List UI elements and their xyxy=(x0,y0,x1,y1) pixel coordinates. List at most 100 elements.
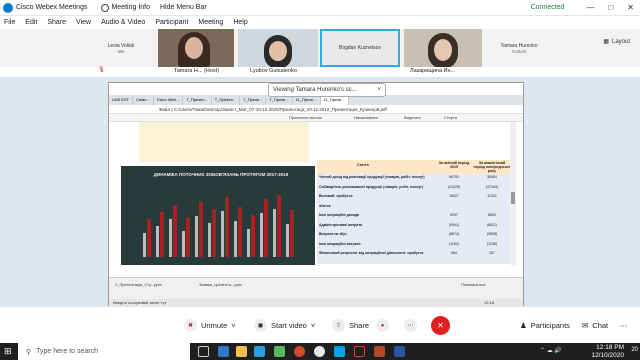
menu-file[interactable]: File xyxy=(4,19,15,26)
address-bar[interactable]: Файл | C:/Users/Тома/Desktop/Захист_Маг_… xyxy=(109,105,523,114)
participant-video-lazaryshchyna[interactable] xyxy=(404,29,482,67)
mail-icon[interactable] xyxy=(254,346,265,357)
read-aloud-button[interactable]: Прочитати вголос xyxy=(289,114,322,122)
powerpoint-icon[interactable] xyxy=(374,346,385,357)
slide-bar xyxy=(273,209,276,257)
participants-button[interactable]: ♟ Participants xyxy=(520,318,570,333)
meeting-info-button[interactable]: Meeting Info xyxy=(111,4,150,11)
webex-logo-icon xyxy=(3,2,13,13)
menu-audio-video[interactable]: Audio & Video xyxy=(101,19,145,26)
minimize-icon[interactable]: — xyxy=(586,3,594,12)
webex-taskbar-icon[interactable] xyxy=(334,346,345,357)
video-off-icon: ◼ xyxy=(254,319,267,332)
windows-start-icon[interactable]: ⊞ xyxy=(4,346,12,357)
slide-bar xyxy=(156,226,159,257)
browser-tab[interactable]: 7_Презе... xyxy=(240,95,267,105)
menu-edit[interactable]: Edit xyxy=(25,19,37,26)
store-icon[interactable] xyxy=(218,346,229,357)
participant-video-host[interactable] xyxy=(158,29,234,67)
connection-status[interactable]: Connected xyxy=(531,4,565,11)
pdf-scrollbar[interactable] xyxy=(510,122,516,265)
layout-button[interactable]: ▦ Layout xyxy=(603,38,630,46)
chevron-down-icon[interactable]: ˅ xyxy=(377,87,381,93)
meeting-info-icon[interactable] xyxy=(101,3,110,12)
scroll-thumb[interactable] xyxy=(511,192,515,204)
participants-icon: ♟ xyxy=(520,321,527,330)
download-item[interactable]: 2_Презентація_Сту...pptx xyxy=(115,282,162,287)
inner-search-box[interactable]: Введіть пошуковий запит тут xyxy=(113,300,167,305)
participant-video-gutsalenko[interactable] xyxy=(238,29,318,67)
windows-taskbar: ⊞ ⚲ Type here to search ⌃ ☁ 🔊 12:18 PM 1… xyxy=(0,343,640,360)
participant-role: Me xyxy=(117,48,125,54)
menu-view[interactable]: View xyxy=(76,19,91,26)
browser-tab[interactable]: Cisco Web... xyxy=(154,95,184,105)
highlight-button[interactable]: Виділити xyxy=(404,114,421,122)
notification-badge[interactable]: 20 xyxy=(631,347,638,353)
erase-button[interactable]: Стерти xyxy=(444,114,457,122)
record-button[interactable]: ● xyxy=(376,318,389,333)
taskbar-date: 12/10/2020 xyxy=(591,351,624,359)
file-explorer-icon[interactable] xyxy=(236,346,247,357)
shared-screen-window[interactable]: LMS EST Співп... Cisco Web... Т_Презен..… xyxy=(108,82,524,306)
window-controls: — □ ✕ xyxy=(586,3,634,12)
menu-share[interactable]: Share xyxy=(47,19,66,26)
participant-name-row: 🎙 Tamara H... (Host) Lyubov Gutsalenko Л… xyxy=(0,67,640,77)
slide-bar xyxy=(234,221,237,257)
start-video-button[interactable]: ◼ Start video ˅ xyxy=(254,318,315,333)
unmute-button[interactable]: ✖ Unmute ˅ xyxy=(184,318,236,333)
share-button[interactable]: ⇧ Share xyxy=(332,318,369,333)
table-row: Інші операційні витрати (1150) (1155) xyxy=(317,242,511,251)
chrome-icon[interactable] xyxy=(314,346,325,357)
pdf-toolbar: Прочитати вголос Намалювати Виділити Сте… xyxy=(109,114,523,122)
slide-bar xyxy=(251,215,255,257)
pdf-reader-icon[interactable] xyxy=(354,346,365,357)
table-cell: (8574) xyxy=(448,232,460,236)
browser-tab[interactable]: Т_Презен... xyxy=(212,95,241,105)
download-item[interactable]: Заявка_презента...pptx xyxy=(199,282,242,287)
browser-tab[interactable]: LMS EST xyxy=(109,95,134,105)
taskbar-clock[interactable]: 12:18 PM 12/10/2020 xyxy=(591,344,624,359)
system-tray-icons[interactable]: ⌃ ☁ 🔊 xyxy=(540,347,562,354)
more-panels-button[interactable]: ⋯ xyxy=(620,318,628,333)
app-icon[interactable] xyxy=(274,346,285,357)
draw-button[interactable]: Намалювати xyxy=(354,114,378,122)
address-label: Файл xyxy=(159,107,171,112)
slide-bar xyxy=(160,212,164,257)
menu-help[interactable]: Help xyxy=(233,19,247,26)
task-view-icon[interactable] xyxy=(198,346,209,357)
browser-tab[interactable]: Т_Презен... xyxy=(183,95,212,105)
table-cell: 664 xyxy=(451,251,457,255)
table-cell: Інші операційні доходи xyxy=(319,213,360,217)
inner-windows-taskbar: Введіть пошуковий запит тут 12:18 xyxy=(109,299,523,306)
menu-meeting[interactable]: Meeting xyxy=(198,19,223,26)
close-icon[interactable]: ✕ xyxy=(627,3,634,12)
menu-participant[interactable]: Participant xyxy=(155,19,188,26)
chat-button[interactable]: ✉ Chat xyxy=(582,318,608,333)
address-url: C:/Users/Тома/Desktop/Захист_Маг_07-10-1… xyxy=(173,107,387,112)
participant-tile-self[interactable]: Lesia Voliak Me xyxy=(88,29,154,67)
browser-tab[interactable]: Співп... xyxy=(133,95,154,105)
slide-bar xyxy=(290,210,294,257)
muted-mic-icon: ✖ xyxy=(184,319,197,332)
viewing-banner[interactable]: Viewing Tamara Hurenko's sc... ˅ xyxy=(268,83,386,97)
end-meeting-button[interactable]: ✕ xyxy=(431,316,450,335)
taskbar-search[interactable]: ⚲ Type here to search xyxy=(18,343,190,360)
word-icon[interactable] xyxy=(394,346,405,357)
hide-menu-bar-button[interactable]: Hide Menu Bar xyxy=(160,4,207,11)
show-all-button[interactable]: Показати все xyxy=(461,282,486,287)
slide-bar xyxy=(182,231,185,257)
table-cell: Адміністративні витрати xyxy=(319,222,363,227)
table-cell: (8621) xyxy=(486,222,498,227)
participant-tile-kuznetsov[interactable]: Bogdan Kuznetsov xyxy=(320,29,400,67)
participant-tile-hurenko[interactable]: Tamara Hurenko Cohost xyxy=(486,29,552,67)
slide-bar xyxy=(225,197,229,257)
table-cell: 11322 xyxy=(487,194,497,198)
opera-icon[interactable] xyxy=(294,346,305,357)
chevron-down-icon[interactable]: ˅ xyxy=(231,321,235,330)
table-cell: Собівартість реалізованої продукції (тов… xyxy=(319,184,424,189)
maximize-icon[interactable]: □ xyxy=(608,3,613,12)
chevron-down-icon[interactable]: ˅ xyxy=(311,321,315,330)
chat-label: Chat xyxy=(592,321,609,330)
more-options-button[interactable]: ⋯ xyxy=(404,318,417,333)
table-row: Витрати на збут (8574) (9508) xyxy=(317,232,511,241)
